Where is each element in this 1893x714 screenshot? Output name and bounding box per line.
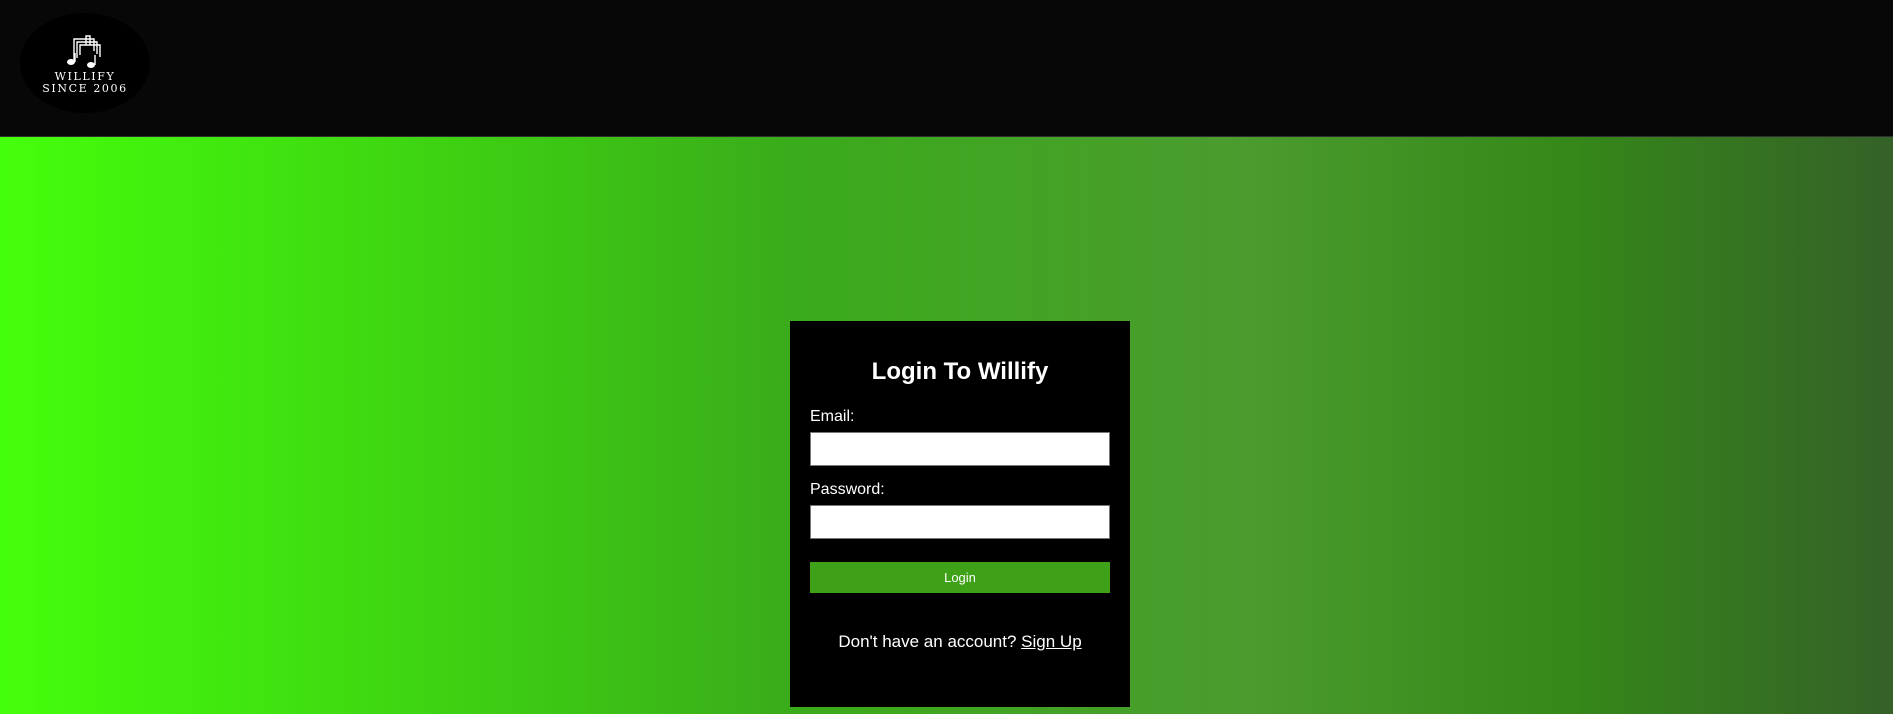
email-input[interactable] <box>810 432 1110 466</box>
login-title: Login To Willify <box>871 358 1049 385</box>
music-notes-icon <box>67 35 101 68</box>
logo-tagline: SINCE 2006 <box>42 82 128 95</box>
password-label: Password: <box>810 481 885 498</box>
signup-row: Don't have an account? Sign Up <box>790 632 1130 652</box>
email-label: Email: <box>810 408 855 425</box>
login-card: Login To Willify Email: Password: Login … <box>790 321 1130 707</box>
signup-prompt: Don't have an account? <box>838 632 1017 651</box>
willify-logo[interactable]: WILLIFY SINCE 2006 <box>20 13 150 113</box>
site-header: WILLIFY SINCE 2006 <box>0 0 1893 137</box>
password-input[interactable] <box>810 505 1110 539</box>
signup-link[interactable]: Sign Up <box>1021 632 1081 651</box>
login-button[interactable]: Login <box>810 562 1110 593</box>
logo-text: WILLIFY SINCE 2006 <box>20 71 150 95</box>
